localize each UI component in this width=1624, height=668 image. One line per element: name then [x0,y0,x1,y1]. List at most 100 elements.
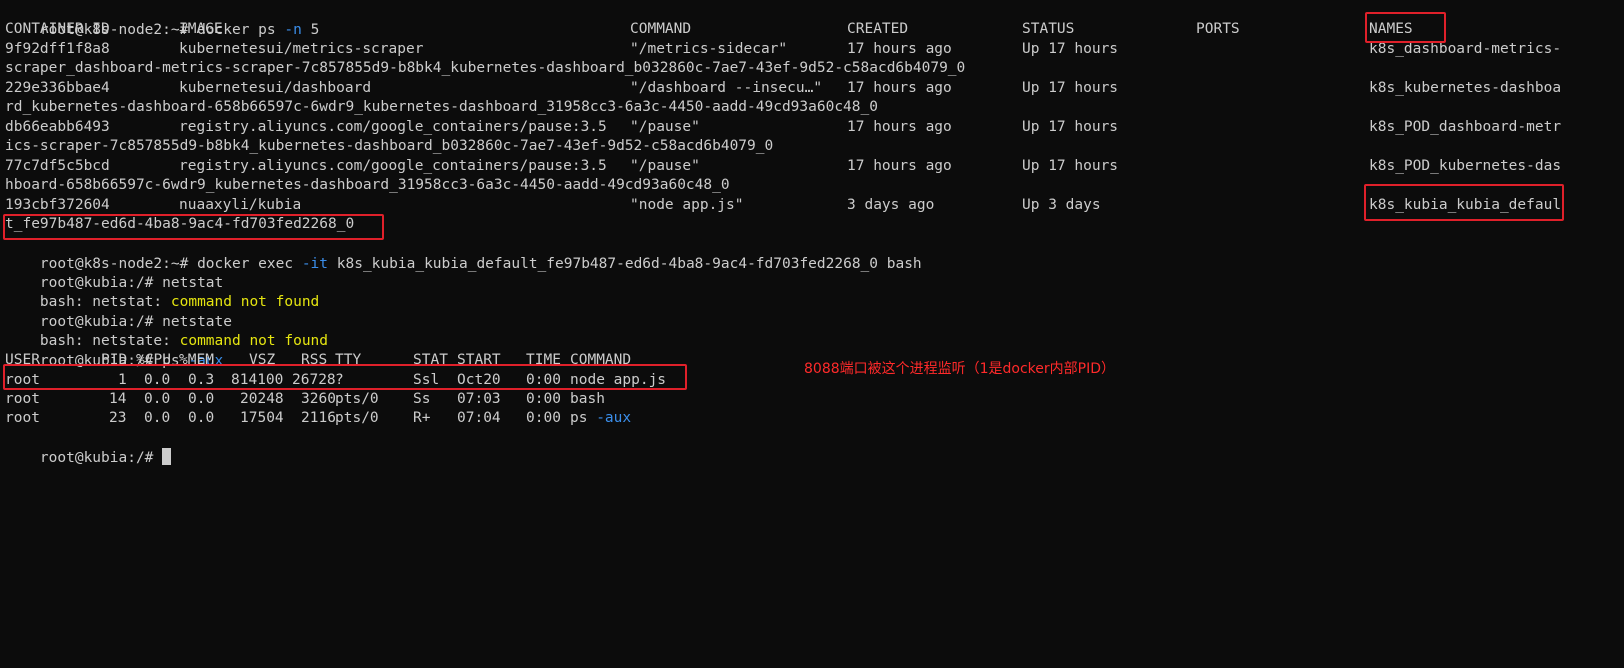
proc-time: 0:00 [526,372,561,388]
command-line: root@k8s-node2:~# docker exec -it k8s_ku… [5,234,922,272]
container-created: 17 hours ago [847,41,952,57]
container-command: "/metrics-sidecar" [630,41,788,57]
proc-command: ps -aux [570,408,631,428]
ps-header: USER PID %CPU %MEM VSZ RSS TTY STAT STAR… [5,350,705,370]
container-id: db66eabb6493 [5,119,110,135]
proc-user: root [5,410,40,426]
command-line: root@k8s-node2:~# docker ps -n 5 [5,0,319,38]
container-command: "/pause" [630,119,700,135]
proc-stat: Ss [413,391,431,407]
container-name: k8s_kubia_kubia_defaul [1369,197,1562,213]
container-name-continuation: hboard-658b66597c-6wdr9_kubernetes-dashb… [5,177,730,193]
table-row: 229e336bbae4 kubernetesui/dashboard "/da… [5,78,1605,98]
container-status: Up 17 hours [1022,119,1119,135]
container-created: 3 days ago [847,197,935,213]
command-line: root@kubia:/# netstate [5,292,232,330]
proc-cpu: 0.0 [144,410,171,426]
proc-time: 0:00 [526,410,561,426]
proc-mem: 0.0 [188,391,215,407]
container-status: Up 17 hours [1022,80,1119,96]
header-names: NAMES [1369,21,1413,37]
proc-command-flag: -aux [596,410,632,426]
proc-vsz: 814100 [231,372,284,388]
ps-header-time: TIME [526,352,561,368]
text-cursor[interactable] [162,448,172,465]
header-command: COMMAND [630,21,692,37]
docker-ps-header: CONTAINER ID IMAGE COMMAND CREATED STATU… [5,19,1605,39]
ps-header-mem: %MEM [179,352,214,368]
container-image: nuaaxyli/kubia [179,197,302,213]
input-line[interactable]: root@kubia:/# [5,428,172,466]
proc-pid: 23 [109,410,127,426]
proc-rss: 2116 [301,410,336,426]
proc-start: Oct20 [457,372,501,388]
table-row: root 1 0.0 0.3 814100 26728 ? Ssl Oct20 … [5,370,705,390]
proc-user: root [5,391,40,407]
header-image: IMAGE [179,21,223,37]
container-image: kubernetesui/metrics-scraper [179,41,424,57]
container-name-continuation: ics-scraper-7c857855d9-b8bk4_kubernetes-… [5,138,774,154]
ps-header-vsz: VSZ [249,352,276,368]
container-name: k8s_dashboard-metrics- [1369,41,1562,57]
ps-header-rss: RSS [301,352,328,368]
container-command: "/dashboard --insecu…" [630,80,823,96]
container-name-continuation: scraper_dashboard-metrics-scraper-7c8578… [5,60,966,76]
proc-tty: pts/0 [335,391,379,407]
proc-cpu: 0.0 [144,391,171,407]
table-row: 77c7df5c5bcd registry.aliyuncs.com/googl… [5,156,1605,176]
container-id: 9f92dff1f8a8 [5,41,110,57]
ps-header-start: START [457,352,501,368]
proc-pid: 1 [118,372,127,388]
proc-command-text: bash [570,391,605,407]
container-id: 229e336bbae4 [5,80,110,96]
command-flag: -it [301,256,329,272]
proc-rss: 3260 [301,391,336,407]
proc-command-text: node app.js [570,372,667,388]
container-status: Up 17 hours [1022,41,1119,57]
proc-time: 0:00 [526,391,561,407]
proc-stat: R+ [413,410,431,426]
container-image: registry.aliyuncs.com/google_containers/… [179,158,607,174]
container-image: registry.aliyuncs.com/google_containers/… [179,119,607,135]
container-name: k8s_POD_kubernetes-das [1369,158,1562,174]
proc-command: bash [570,389,605,409]
table-row: 9f92dff1f8a8 kubernetesui/metrics-scrape… [5,39,1605,59]
container-name: k8s_POD_dashboard-metr [1369,119,1562,135]
proc-rss: 26728 [292,372,336,388]
container-created: 17 hours ago [847,158,952,174]
terminal-window[interactable]: root@k8s-node2:~# docker ps -n 5 CONTAIN… [0,0,1624,466]
ps-header-user: USER [5,352,40,368]
proc-start: 07:04 [457,410,501,426]
proc-pid: 14 [109,391,127,407]
proc-tty: pts/0 [335,410,379,426]
table-row: root 23 0.0 0.0 17504 2116 pts/0 R+ 07:0… [5,408,705,428]
container-command: "/pause" [630,158,700,174]
proc-tty: ? [335,372,344,388]
ps-header-pid: PID [101,352,128,368]
error-line: bash: netstate: command not found [5,311,328,349]
ps-header-tty: TTY [335,352,362,368]
ps-header-stat: STAT [413,352,448,368]
container-status: Up 17 hours [1022,158,1119,174]
header-status: STATUS [1022,21,1075,37]
proc-stat: Ssl [413,372,440,388]
proc-vsz: 17504 [240,410,284,426]
container-name-continuation: rd_kubernetes-dashboard-658b66597c-6wdr9… [5,99,878,115]
proc-command: node app.js [570,370,666,390]
container-command: "node app.js" [630,197,744,213]
table-row: 193cbf372604 nuaaxyli/kubia "node app.js… [5,195,1605,215]
container-id: 77c7df5c5bcd [5,158,110,174]
command-arg: k8s_kubia_kubia_default_fe97b487-ed6d-4b… [336,256,922,272]
proc-vsz: 20248 [240,391,284,407]
ps-header-cpu: %CPU [136,352,171,368]
container-id: 193cbf372604 [5,197,110,213]
container-name-continuation: t_fe97b487-ed6d-4ba8-9ac4-fd703fed2268_0 [5,216,355,232]
error-line: bash: netstat: command not found [5,272,319,310]
proc-user: root [5,372,40,388]
container-name: k8s_kubernetes-dashboa [1369,80,1562,96]
command-line: root@kubia:/# ps -aux [5,331,223,369]
annotation-note: 8088端口被这个进程监听（1是docker内部PID） [804,361,1116,377]
command-line: root@kubia:/# netstat [5,253,223,291]
header-ports: PORTS [1196,21,1240,37]
ps-header-command: COMMAND [570,352,632,368]
